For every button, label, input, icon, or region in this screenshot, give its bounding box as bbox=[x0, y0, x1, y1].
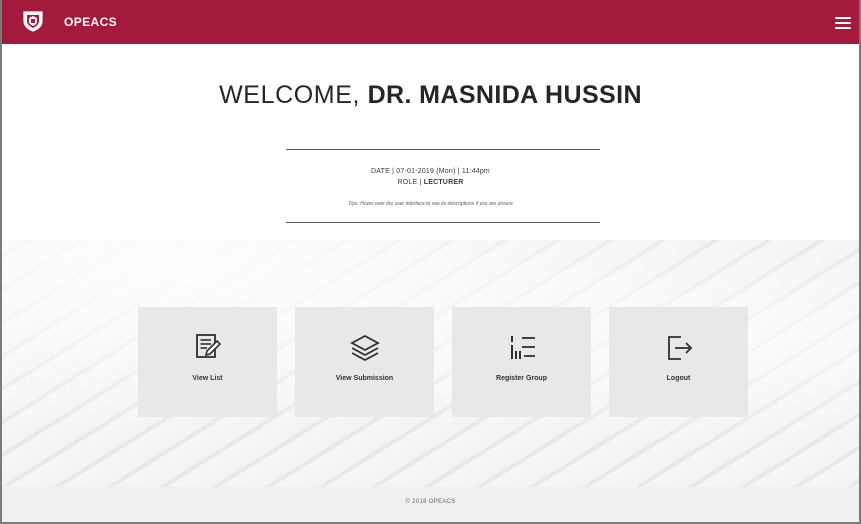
welcome-prefix: WELCOME, bbox=[219, 81, 361, 109]
user-name: DR. MASNIDA HUSSIN bbox=[367, 81, 642, 109]
layers-icon bbox=[347, 329, 383, 365]
group-list-icon bbox=[504, 329, 540, 365]
role-line: ROLE | LECTURER bbox=[2, 179, 859, 186]
opeacs-shield-logo bbox=[20, 9, 46, 33]
role-value: LECTURER bbox=[423, 179, 464, 186]
logout-label: Logout bbox=[666, 375, 691, 382]
copyright-text: © 2018 OPEACS bbox=[405, 499, 456, 505]
view-list-tile[interactable]: View List bbox=[138, 307, 277, 417]
footer: © 2018 OPEACS bbox=[2, 487, 859, 522]
top-navbar: OPEACS bbox=[2, 0, 859, 44]
date-line: DATE | 07-01-2019 (Mon) | 11:44pm bbox=[371, 168, 490, 175]
action-tiles: View List View Submission Register Group… bbox=[138, 307, 750, 417]
view-submission-tile[interactable]: View Submission bbox=[295, 307, 434, 417]
app-shell: OPEACS WELCOME, DR. MASNIDA HUSSIN DATE … bbox=[0, 0, 861, 524]
register-group-label: Register Group bbox=[496, 375, 547, 382]
divider-bottom bbox=[286, 222, 600, 223]
view-list-label: View List bbox=[192, 375, 223, 382]
edit-list-icon bbox=[190, 329, 226, 365]
hamburger-menu-icon[interactable] bbox=[835, 17, 853, 29]
role-label: ROLE | bbox=[397, 179, 422, 186]
usage-tip: Tips: Hover over the user interface to s… bbox=[348, 201, 513, 207]
register-group-tile[interactable]: Register Group bbox=[452, 307, 591, 417]
welcome-heading: WELCOME, DR. MASNIDA HUSSIN bbox=[2, 80, 859, 110]
divider-top bbox=[286, 149, 600, 150]
welcome-section: WELCOME, DR. MASNIDA HUSSIN DATE | 07-01… bbox=[2, 44, 859, 240]
brand-name: OPEACS bbox=[64, 15, 118, 29]
brand[interactable]: OPEACS bbox=[20, 9, 117, 33]
view-submission-label: View Submission bbox=[335, 375, 394, 382]
logout-icon bbox=[661, 329, 697, 365]
logout-tile[interactable]: Logout bbox=[609, 307, 748, 417]
